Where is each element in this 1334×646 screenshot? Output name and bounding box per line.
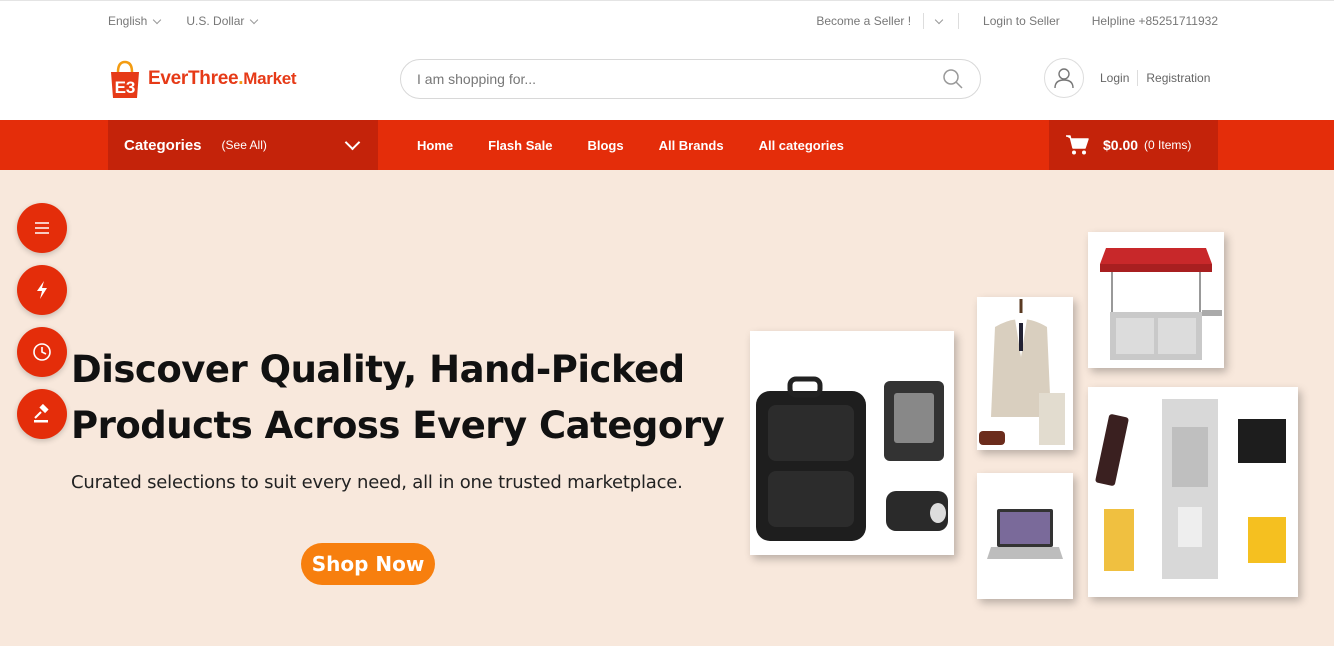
food-cart-product-image: [1088, 232, 1224, 368]
nav-item-home[interactable]: Home: [417, 138, 453, 153]
registration-link[interactable]: Registration: [1146, 71, 1210, 85]
nav-item-flash-sale[interactable]: Flash Sale: [488, 138, 552, 153]
language-label: English: [108, 14, 148, 28]
svg-text:E3: E3: [115, 78, 136, 97]
language-dropdown[interactable]: English: [108, 14, 162, 28]
user-avatar-icon[interactable]: [1044, 58, 1084, 98]
menu-fab[interactable]: [17, 203, 67, 253]
laptop-product-image: [977, 473, 1073, 599]
currency-label: U.S. Dollar: [186, 14, 245, 28]
categories-see-all[interactable]: (See All): [222, 138, 267, 152]
logo-market-text: Market: [243, 69, 297, 88]
cart-item-count: (0 Items): [1144, 138, 1192, 152]
become-seller-link[interactable]: Become a Seller !: [816, 14, 911, 28]
currency-dropdown[interactable]: U.S. Dollar: [186, 14, 259, 28]
search-icon[interactable]: [942, 68, 964, 90]
main-navbar: Categories (See All) Home Flash Sale Blo…: [0, 120, 1334, 170]
search-input[interactable]: [417, 71, 942, 87]
cart-icon: [1066, 135, 1089, 155]
menu-icon: [35, 222, 49, 234]
login-seller-link[interactable]: Login to Seller: [983, 14, 1060, 28]
nav-item-all-categories[interactable]: All categories: [759, 138, 844, 153]
history-fab[interactable]: [17, 327, 67, 377]
flash-icon: [37, 281, 47, 299]
divider: [1137, 70, 1139, 86]
hero-headline: Discover Quality, Hand-Picked Products A…: [71, 342, 731, 454]
chevron-down-icon: [250, 15, 259, 24]
seller-dropdown-chevron-icon[interactable]: [934, 15, 944, 24]
divider: [923, 13, 925, 29]
logo[interactable]: E3 EverThree.Market: [108, 58, 297, 100]
shop-now-button[interactable]: Shop Now: [301, 543, 435, 585]
header: E3 EverThree.Market Login Registration: [0, 40, 1334, 120]
auction-fab[interactable]: [17, 389, 67, 439]
shopping-bag-logo-icon: E3: [108, 58, 142, 100]
hero-headline-line1: Discover Quality, Hand-Picked: [71, 348, 685, 391]
categories-dropdown[interactable]: Categories (See All): [108, 120, 378, 170]
search-bar: [400, 59, 981, 99]
auction-icon: [34, 404, 49, 423]
top-bar: English U.S. Dollar Become a Seller ! Lo…: [108, 3, 1218, 39]
flash-sale-fab[interactable]: [17, 265, 67, 315]
hero-subtext: Curated selections to suit every need, a…: [71, 472, 683, 493]
packaging-machine-product-image: [1088, 387, 1298, 597]
suit-product-image: [977, 297, 1073, 450]
hero-headline-line2: Products Across Every Category: [71, 404, 725, 447]
categories-title: Categories: [124, 136, 202, 154]
clock-icon: [33, 343, 51, 361]
hero-banner: Discover Quality, Hand-Picked Products A…: [0, 170, 1334, 646]
login-link[interactable]: Login: [1100, 71, 1129, 85]
nav-menu: Home Flash Sale Blogs All Brands All cat…: [417, 120, 844, 170]
helpline-text: Helpline +85251711932: [1091, 14, 1218, 28]
nav-item-blogs[interactable]: Blogs: [587, 138, 623, 153]
backpack-product-image: [750, 331, 954, 555]
nav-item-all-brands[interactable]: All Brands: [659, 138, 724, 153]
chevron-down-icon: [344, 134, 361, 150]
cart-button[interactable]: $0.00 (0 Items): [1049, 120, 1218, 170]
logo-text: EverThree.Market: [148, 68, 297, 90]
cart-amount: $0.00: [1103, 137, 1139, 153]
logo-main-text: EverThree: [148, 68, 239, 89]
user-area: Login Registration: [1044, 58, 1210, 98]
chevron-down-icon: [153, 15, 162, 24]
divider: [958, 13, 960, 29]
